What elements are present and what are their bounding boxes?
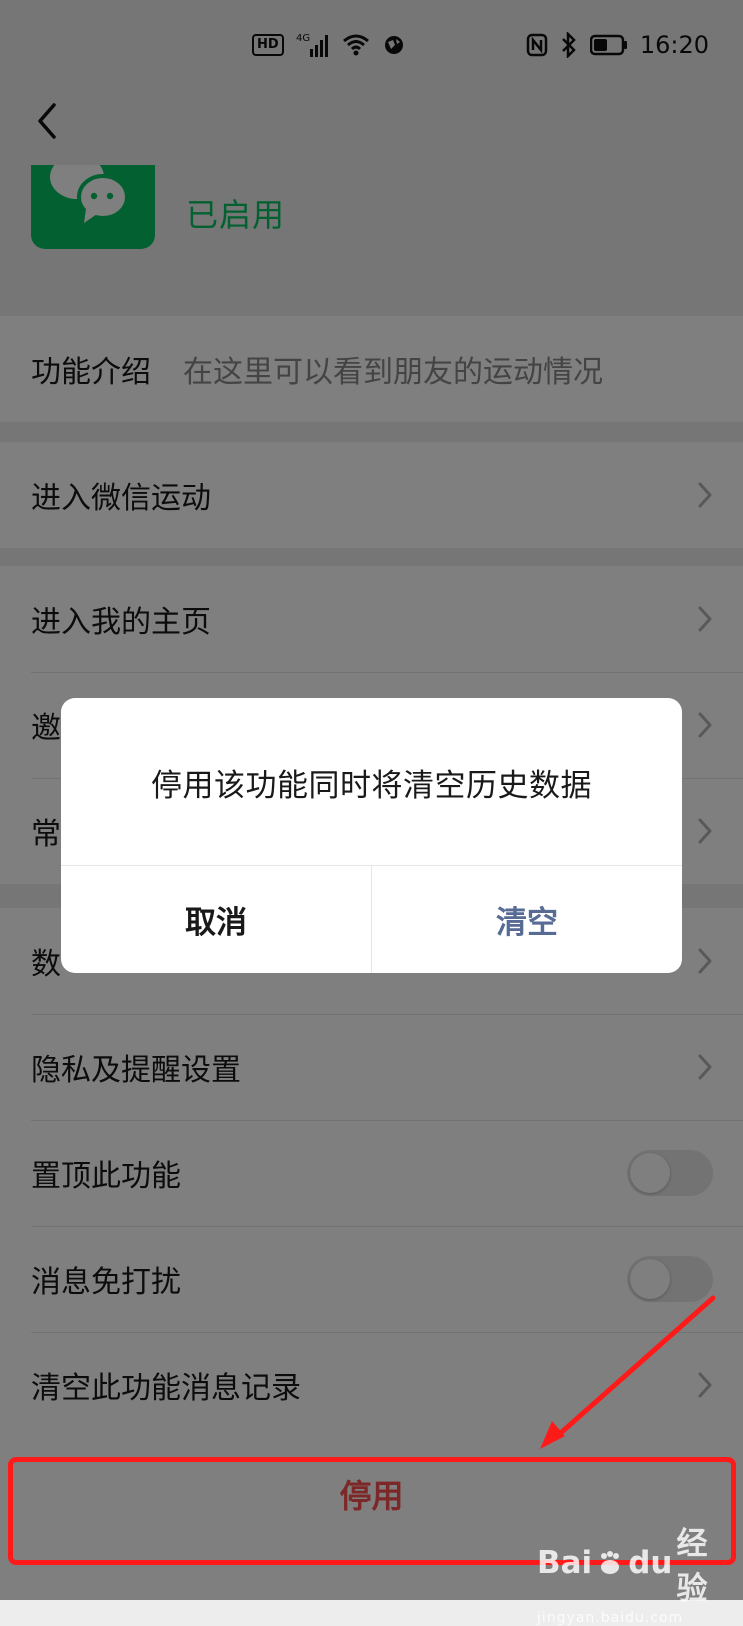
watermark-domain: jingyan.baidu.com — [537, 1610, 684, 1626]
cancel-button[interactable]: 取消 — [61, 866, 371, 973]
dialog-message: 停用该功能同时将清空历史数据 — [151, 767, 592, 804]
screen: HD 4G — [0, 0, 743, 1626]
confirm-dialog: 停用该功能同时将清空历史数据 取消 清空 — [61, 698, 682, 973]
dialog-actions: 取消 清空 — [61, 865, 682, 973]
clear-confirm-button[interactable]: 清空 — [371, 866, 682, 973]
